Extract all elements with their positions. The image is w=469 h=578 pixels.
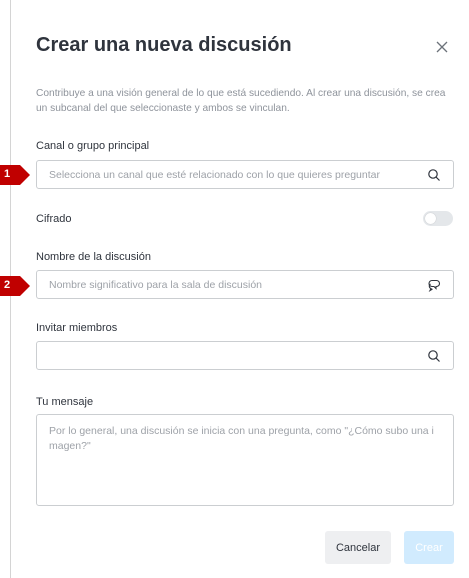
parent-channel-input[interactable]: Selecciona un canal que esté relacionado… — [36, 160, 454, 189]
search-icon — [428, 169, 440, 181]
discussion-name-placeholder: Nombre significativo para la sala de dis… — [49, 279, 263, 291]
annotation-marker-2-number: 2 — [4, 279, 11, 291]
create-button[interactable]: Crear — [404, 531, 454, 564]
parent-channel-placeholder: Selecciona un canal que esté relacionado… — [49, 169, 380, 181]
search-icon — [428, 350, 440, 362]
invite-members-input[interactable] — [36, 341, 454, 370]
toggle-knob — [425, 213, 436, 224]
message-textarea[interactable]: Por lo general, una discusión se inicia … — [36, 414, 454, 506]
discussion-name-label: Nombre de la discusión — [36, 251, 151, 263]
encrypted-label: Cifrado — [36, 213, 72, 225]
message-label: Tu mensaje — [36, 396, 94, 408]
encrypted-toggle[interactable] — [423, 211, 453, 226]
annotation-marker-1-number: 1 — [4, 168, 11, 180]
parent-channel-label: Canal o grupo principal — [36, 140, 150, 152]
message-placeholder: Por lo general, una discusión se inicia … — [49, 425, 434, 452]
modal-title: Crear una nueva discusión — [36, 34, 292, 56]
discussion-icon — [428, 279, 440, 292]
cancel-button[interactable]: Cancelar — [325, 531, 391, 564]
discussion-name-input[interactable]: Nombre significativo para la sala de dis… — [36, 270, 454, 299]
close-icon[interactable] — [433, 38, 451, 56]
invite-members-label: Invitar miembros — [36, 322, 118, 334]
modal-description: Contribuye a una visión general de lo qu… — [36, 88, 446, 114]
